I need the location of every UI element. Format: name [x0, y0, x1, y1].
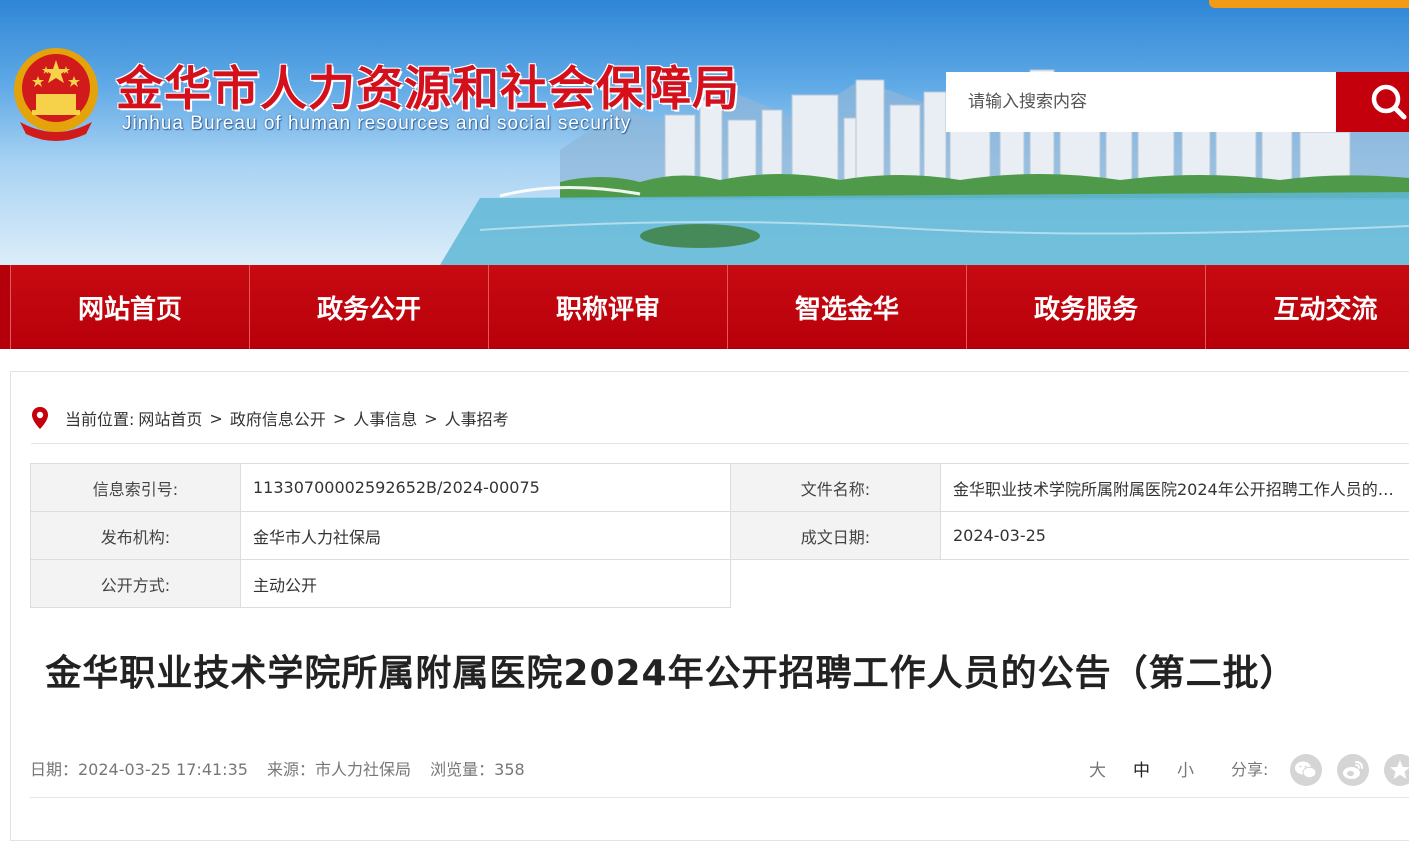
table-row: 信息索引号: 11330700002592652B/2024-00075 文件名… [31, 464, 1409, 512]
search-icon [1336, 72, 1409, 132]
table-row: 发布机构: 金华市人力社保局 成文日期: 2024-03-25 [31, 512, 1409, 560]
font-size-medium-button[interactable]: 中 [1133, 756, 1150, 781]
written-date-label: 成文日期: [731, 512, 941, 560]
nav-item-title-evaluation[interactable]: 职称评审 [489, 265, 728, 349]
publish-date: 日期：2024-03-25 17:41:35 [30, 760, 248, 779]
breadcrumb-prefix: 当前位置: [65, 406, 134, 430]
content-panel: 当前位置: 网站首页 > 政府信息公开 > 人事信息 > 人事招考 信息索引号:… [10, 371, 1409, 841]
font-size-small-button[interactable]: 小 [1177, 756, 1194, 781]
breadcrumb-personnel-info[interactable]: 人事信息 [353, 406, 417, 430]
breadcrumb-separator: > [333, 409, 346, 428]
site-subtitle: Jinhua Bureau of human resources and soc… [122, 113, 631, 135]
table-row: 公开方式: 主动公开 [31, 560, 1409, 608]
written-date-value: 2024-03-25 [941, 512, 1409, 560]
article-source: 来源：市人力社保局 [267, 760, 411, 779]
breadcrumb-gov-info[interactable]: 政府信息公开 [230, 406, 326, 430]
header-banner: 金华市人力资源和社会保障局 Jinhua Bureau of human res… [0, 0, 1409, 265]
share-label: 分享: [1231, 756, 1268, 780]
nav-item-government-services[interactable]: 政务服务 [967, 265, 1206, 349]
nav-item-interaction[interactable]: 互动交流 [1206, 265, 1409, 349]
disclosure-method-label: 公开方式: [31, 560, 241, 608]
wechat-icon [1290, 754, 1322, 786]
wechat-share-button[interactable] [1290, 754, 1322, 786]
publisher-label: 发布机构: [31, 512, 241, 560]
qzone-share-button[interactable] [1384, 754, 1409, 786]
article-title: 金华职业技术学院所属附属医院2024年公开招聘工作人员的公告（第二批） [11, 644, 1331, 696]
font-size-controls: 大 中 小 [1089, 756, 1221, 781]
location-pin-icon [31, 406, 49, 430]
nav-item-home[interactable]: 网站首页 [11, 265, 250, 349]
nav-item-government-affairs[interactable]: 政务公开 [250, 265, 489, 349]
font-size-large-button[interactable]: 大 [1089, 756, 1106, 781]
site-title: 金华市人力资源和社会保障局 [116, 50, 740, 119]
weibo-icon [1337, 754, 1369, 786]
nav-left-edge [0, 265, 11, 349]
disclosure-method-value: 主动公开 [241, 560, 731, 608]
file-name-label: 文件名称: [731, 464, 941, 512]
file-name-value: 金华职业技术学院所属附属医院2024年公开招聘工作人员的公告（第二批） [941, 464, 1409, 512]
qzone-icon [1384, 754, 1409, 786]
article-info-bar: 日期：2024-03-25 17:41:35 来源：市人力社保局 浏览量：358 [30, 756, 539, 780]
document-metadata-table: 信息索引号: 11330700002592652B/2024-00075 文件名… [30, 463, 1409, 608]
breadcrumb-home[interactable]: 网站首页 [138, 406, 202, 430]
publisher-value: 金华市人力社保局 [241, 512, 731, 560]
nav-item-zhixuan-jinhua[interactable]: 智选金华 [728, 265, 967, 349]
national-emblem-icon [10, 44, 102, 144]
weibo-share-button[interactable] [1337, 754, 1369, 786]
info-divider [30, 797, 1409, 798]
breadcrumb-separator: > [424, 409, 437, 428]
main-nav: 网站首页 政务公开 职称评审 智选金华 政务服务 互动交流 [0, 265, 1409, 349]
breadcrumb-recruitment[interactable]: 人事招考 [445, 406, 509, 430]
view-count: 浏览量：358 [430, 760, 525, 779]
index-number-value: 11330700002592652B/2024-00075 [241, 464, 731, 512]
file-name-text: 金华职业技术学院所属附属医院2024年公开招聘工作人员的公告（第二批） [953, 476, 1409, 500]
breadcrumb-divider [31, 443, 1409, 444]
index-number-label: 信息索引号: [31, 464, 241, 512]
table-empty-cell [731, 560, 1409, 608]
search-button[interactable] [1336, 72, 1409, 132]
breadcrumb: 当前位置: 网站首页 > 政府信息公开 > 人事信息 > 人事招考 [31, 406, 509, 430]
breadcrumb-separator: > [209, 409, 222, 428]
search-input[interactable] [946, 72, 1336, 132]
